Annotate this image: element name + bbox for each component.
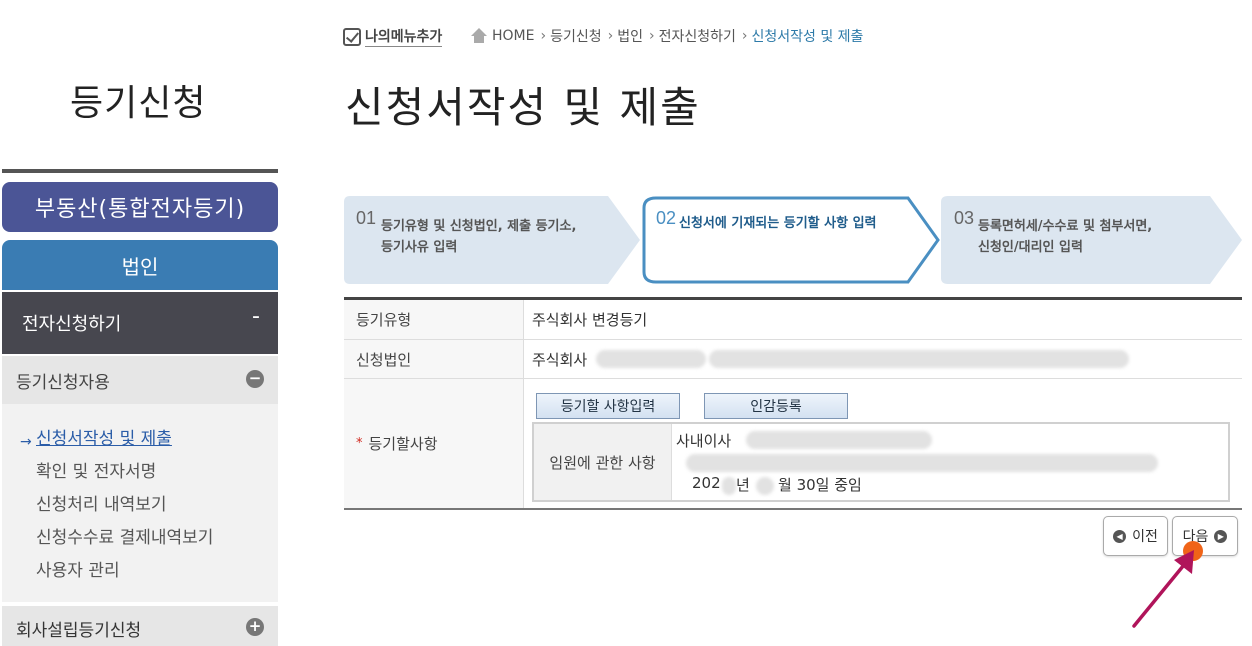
officer-box: 임원에 관한 사항 사내이사 202 년 월 30일 중임 [532,422,1230,502]
chevron-right-icon: › [607,28,614,44]
redacted-blur [686,454,1158,472]
breadcrumb-current[interactable]: 신청서작성 및 제출 [752,26,864,46]
e-filing-menu[interactable]: 전자신청하기 - [2,292,278,354]
breadcrumb-registration[interactable]: 등기신청 [550,26,602,46]
table-row: * 등기할사항 등기할 사항입력 인감등록 임원에 관한 사항 사내이사 202… [344,379,1242,508]
officer-details: 사내이사 202 년 월 30일 중임 [672,424,1228,500]
arrow-left-icon: ◀ [1113,529,1127,543]
page-title: 신청서작성 및 제출 [345,83,701,132]
sidebar-title: 등기신청 [70,83,207,124]
collapse-icon[interactable]: - [252,304,260,329]
breadcrumb: HOME › 등기신청 › 법인 › 전자신청하기 › 신청서작성 및 제출 [470,26,863,46]
corp-value: 주식회사 [532,350,588,369]
items-cell: 등기할 사항입력 인감등록 임원에 관한 사항 사내이사 202 년 월 30일… [524,379,1242,508]
table-row: 등기유형 주식회사 변경등기 [344,300,1242,340]
chevron-right-icon: › [741,28,748,44]
step-3-line2: 신청인/대리인 입력 [978,239,1083,255]
step-1-number: 01 [356,208,376,228]
step-2-line1: 신청서에 기재되는 등기할 사항 입력 [679,215,877,231]
registration-form-table: 등기유형 주식회사 변경등기 신청법인 주식회사 * 등기할사항 등기할 사항입… [344,297,1242,510]
reg-type-value: 주식회사 변경등기 [532,311,648,329]
corp-label: 신청법인 [344,340,524,378]
breadcrumb-corp[interactable]: 법인 [617,26,643,46]
term-date: 월 30일 중임 [778,476,862,494]
breadcrumb-home[interactable]: HOME [492,28,534,44]
redacted-blur [746,431,932,449]
plus-circle-icon[interactable]: + [246,618,264,636]
e-filing-label: 전자신청하기 [22,314,122,335]
pointer-arrow-icon [1132,550,1194,628]
step-3-number: 03 [954,208,974,228]
realestate-button[interactable]: 부동산(통합전자등기) [2,182,278,232]
term-year: 202 [692,474,721,492]
submenu-item-write-submit[interactable]: 신청서작성 및 제출 [36,424,172,449]
applicant-menu-label: 등기신청자용 [16,372,110,393]
home-icon [470,28,488,44]
minus-circle-icon[interactable]: − [246,370,264,388]
step-2-shape [642,196,940,284]
items-label-cell: * 등기할사항 [344,379,524,508]
reg-type-label: 등기유형 [344,300,524,339]
redacted-blur [722,477,736,495]
redacted-blur [756,477,774,495]
submenu-item-sign[interactable]: 확인 및 전자서명 [36,457,156,482]
submenu-item-fee-history[interactable]: 신청수수료 결제내역보기 [36,523,213,548]
officer-label: 임원에 관한 사항 [534,424,672,500]
breadcrumb-e-filing[interactable]: 전자신청하기 [659,26,736,46]
corporation-button[interactable]: 법인 [2,240,278,290]
required-mark: * [356,436,363,451]
arrow-right-icon: → [20,434,32,450]
redacted-blur [709,350,1129,368]
step-1-line1: 등기유형 및 신청법인, 제출 등기소, [381,218,576,234]
arrow-right-icon: ▶ [1214,529,1228,543]
term-year-unit: 년 [736,476,750,494]
submenu-item-user-admin[interactable]: 사용자 관리 [36,556,120,581]
applicant-menu[interactable]: 등기신청자용 − [2,356,278,404]
seal-register-button[interactable]: 인감등록 [704,393,848,419]
step-1-line2: 등기사유 입력 [381,239,457,255]
checkbox-icon [343,27,361,46]
submenu-item-history[interactable]: 신청처리 내역보기 [36,490,167,515]
company-setup-menu[interactable]: 회사설립등기신청 + [2,606,278,646]
chevron-right-icon: › [540,28,547,44]
input-items-button[interactable]: 등기할 사항입력 [536,393,680,419]
step-3-line1: 등록면허세/수수료 및 첨부서면, [978,218,1152,234]
redacted-blur [596,350,706,368]
my-menu-label: 나의메뉴추가 [365,26,443,47]
company-setup-label: 회사설립등기신청 [16,620,142,641]
submenu: → 신청서작성 및 제출 확인 및 전자서명 신청처리 내역보기 신청수수료 결… [2,404,278,602]
prev-label: 이전 [1132,529,1158,545]
officer-role: 사내이사 [676,432,732,450]
corp-value-cell: 주식회사 [524,340,1242,378]
step-2-number: 02 [656,208,676,228]
chevron-right-icon: › [649,28,655,44]
sidebar-divider [2,169,278,173]
my-menu-add[interactable]: 나의메뉴추가 [343,26,443,47]
items-label: 등기할사항 [368,435,438,453]
step-indicator: 01 등기유형 및 신청법인, 제출 등기소, 등기사유 입력 02 신청서에 … [344,196,1242,284]
table-row: 신청법인 주식회사 [344,340,1242,379]
